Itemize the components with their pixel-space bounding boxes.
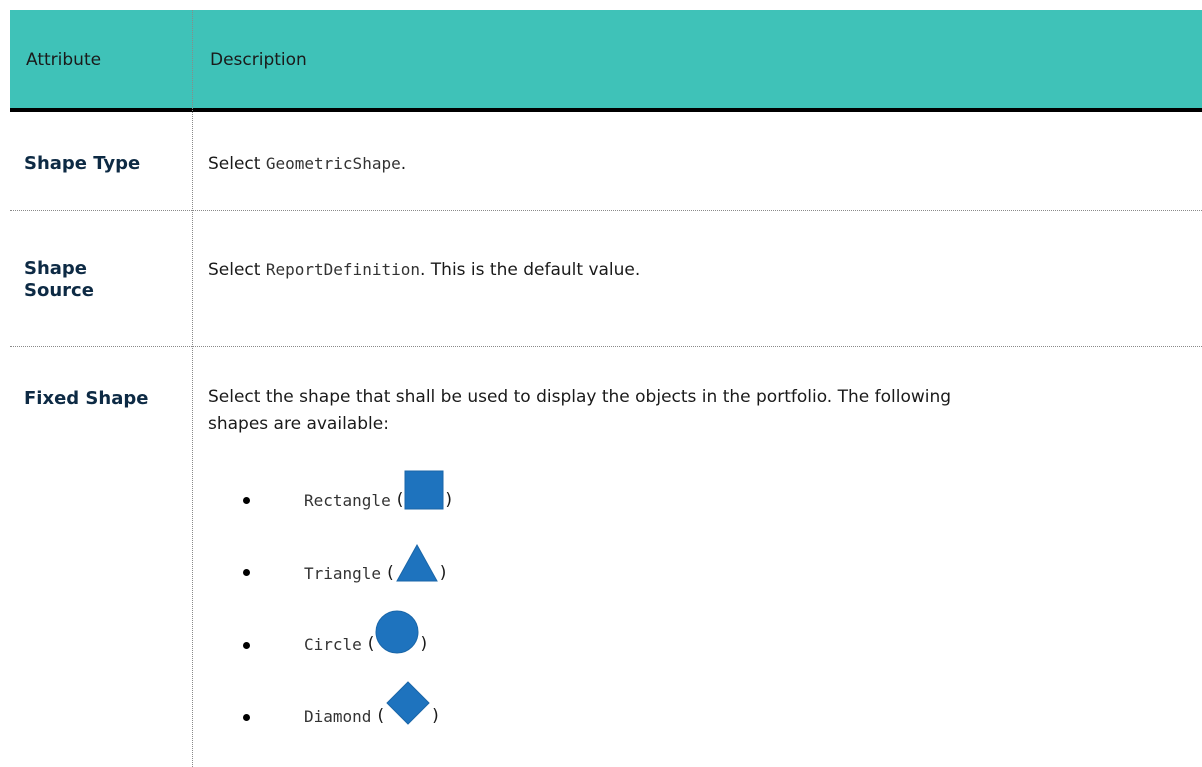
shape-name: Triangle	[304, 564, 382, 583]
circle-icon	[375, 610, 419, 654]
desc-line: shapes are available:	[208, 414, 389, 434]
code-report-definition: ReportDefinition	[265, 260, 420, 279]
triangle-icon	[395, 543, 438, 582]
paren-close: )	[432, 706, 439, 726]
attribute-fixed-shape: Fixed Shape	[24, 388, 149, 409]
bullet	[243, 642, 250, 649]
desc-line: Select the shape that shall be used to d…	[208, 387, 952, 407]
desc-prefix: Select	[208, 260, 266, 280]
shape-option-rectangle: Rectangle ( )	[304, 460, 452, 510]
paren-close: )	[420, 634, 428, 654]
shape-option-triangle: Triangle ( )	[304, 533, 446, 583]
paren-open: (	[367, 634, 375, 654]
description-shape-type: Select GeometricShape.	[208, 150, 406, 178]
header-description: Description	[210, 50, 307, 70]
shape-name: Rectangle	[304, 491, 391, 510]
bullet	[243, 569, 250, 576]
shape-option-diamond: Diamond ( )	[304, 676, 439, 726]
attribute-line: Shape	[24, 258, 88, 279]
attribute-line: Source	[24, 280, 94, 301]
table-header: Attribute Description	[10, 10, 1202, 112]
row-divider	[10, 346, 1202, 347]
paren-close: )	[445, 490, 452, 510]
desc-prefix: Select	[208, 154, 266, 174]
shape-name: Diamond	[304, 707, 372, 726]
bullet	[243, 497, 250, 504]
row-divider	[10, 210, 1202, 211]
attribute-shape-type: Shape Type	[24, 153, 141, 174]
column-divider	[192, 10, 193, 767]
diamond-icon	[386, 681, 430, 725]
bullet	[243, 714, 250, 721]
description-fixed-shape: Select the shape that shall be used to d…	[208, 384, 951, 438]
paren-open: (	[377, 706, 385, 726]
attribute-shape-source: Shape Source	[24, 258, 94, 302]
paren-close: )	[439, 563, 447, 583]
description-shape-source: Select ReportDefinition. This is the def…	[208, 256, 640, 284]
shape-option-circle: Circle ( )	[304, 604, 427, 654]
attributes-table: Attribute Description Shape Type Select …	[10, 10, 1202, 767]
square-icon	[404, 470, 444, 510]
shape-name: Circle	[304, 635, 362, 654]
desc-suffix: .	[400, 154, 407, 174]
paren-open: (	[396, 490, 404, 510]
code-geometric-shape: GeometricShape	[265, 154, 401, 173]
header-attribute: Attribute	[26, 50, 102, 70]
paren-open: (	[387, 563, 394, 583]
desc-suffix: . This is the default value.	[419, 260, 641, 280]
